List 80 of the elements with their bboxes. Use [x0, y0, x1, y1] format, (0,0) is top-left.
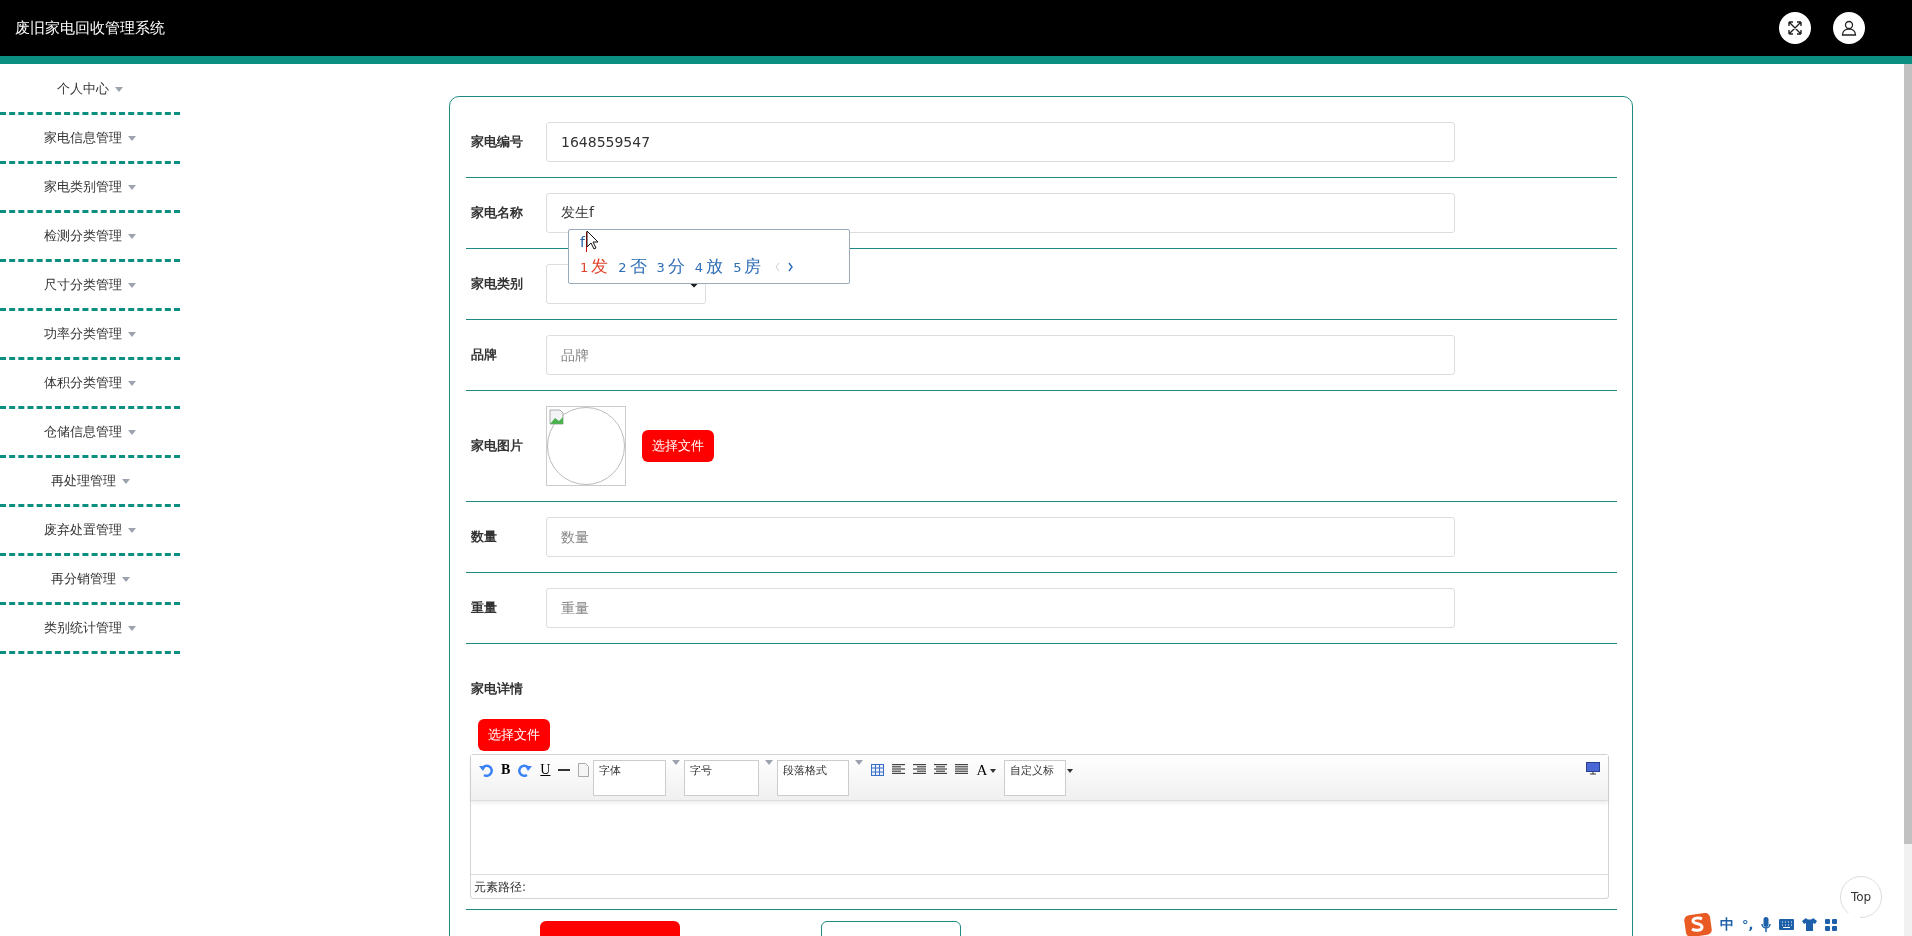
- expand-icon: [1787, 20, 1803, 36]
- back-to-top-button[interactable]: Top: [1840, 876, 1882, 918]
- fullscreen-button[interactable]: [1779, 12, 1811, 44]
- field-label: 家电图片: [470, 437, 524, 456]
- ime-candidate[interactable]: 3 分: [656, 254, 685, 280]
- caret-icon: [115, 86, 123, 92]
- ime-candidate[interactable]: 1 发: [580, 254, 609, 280]
- microphone-icon[interactable]: [1761, 916, 1772, 933]
- sidebar-item[interactable]: 功率分类管理: [0, 311, 180, 360]
- sidebar-item[interactable]: 检测分类管理: [0, 213, 180, 262]
- caret-icon: [121, 478, 130, 484]
- caret-icon: [128, 380, 136, 386]
- horizontal-rule-icon[interactable]: [558, 769, 571, 771]
- paragraph-select[interactable]: 段落格式: [777, 760, 850, 796]
- redo-icon[interactable]: [518, 763, 533, 777]
- caret-icon: [128, 184, 136, 190]
- language-mode[interactable]: 中: [1720, 914, 1734, 935]
- punctuation-mode[interactable]: °,: [1742, 914, 1754, 935]
- sidebar-item[interactable]: 再处理管理: [0, 458, 180, 507]
- caret-icon: [121, 576, 130, 582]
- sidebar-item[interactable]: 类别统计管理: [0, 605, 180, 654]
- element-path-label: 元素路径:: [474, 878, 527, 896]
- field-label: 家电类别: [470, 275, 524, 294]
- align-right-icon[interactable]: [913, 764, 927, 775]
- text-field[interactable]: 重量: [546, 588, 1455, 628]
- field-label: 家电详情: [470, 681, 523, 696]
- broken-image-icon: [549, 409, 565, 425]
- size-select[interactable]: 字号: [684, 760, 760, 796]
- sidebar-item[interactable]: 个人中心: [0, 66, 180, 115]
- user-icon: [1841, 20, 1857, 36]
- text-field[interactable]: 数量: [546, 517, 1455, 557]
- choose-file-button[interactable]: 选择文件: [478, 719, 550, 751]
- field-label: 家电名称: [470, 204, 524, 223]
- sidebar-item[interactable]: 家电类别管理: [0, 164, 180, 213]
- dropdown-caret-icon: [855, 760, 864, 765]
- choose-file-button[interactable]: 选择文件: [642, 430, 714, 462]
- font-color-button[interactable]: A: [976, 760, 988, 780]
- caret-icon: [128, 282, 136, 288]
- bold-button[interactable]: B: [501, 760, 511, 780]
- sidebar-item[interactable]: 废弃处置管理: [0, 507, 180, 556]
- caret-icon: [128, 135, 136, 141]
- text-field[interactable]: 品牌: [546, 335, 1455, 375]
- align-center-icon[interactable]: [934, 764, 948, 775]
- monitor-icon[interactable]: [1586, 762, 1600, 775]
- table-icon[interactable]: [871, 764, 885, 776]
- field-label: 家电编号: [470, 133, 524, 152]
- align-justify-icon[interactable]: [955, 764, 969, 775]
- text-field[interactable]: 发生f: [546, 193, 1455, 233]
- ime-candidate[interactable]: 5 房: [733, 254, 762, 280]
- undo-icon[interactable]: [479, 763, 493, 777]
- sidebar-item[interactable]: 家电信息管理: [0, 115, 180, 164]
- field-label: 重量: [470, 599, 498, 618]
- underline-button[interactable]: U: [540, 760, 551, 780]
- caret-icon: [128, 233, 136, 239]
- text-field[interactable]: 1648559547: [546, 122, 1455, 162]
- align-left-icon[interactable]: [892, 764, 906, 775]
- caret-icon: [128, 527, 136, 533]
- custom-title-select[interactable]: 自定义标: [1004, 760, 1067, 796]
- input-method-logo-icon[interactable]: [1684, 913, 1712, 936]
- ime-candidate[interactable]: 2 否: [618, 254, 647, 280]
- dropdown-caret-icon[interactable]: [990, 769, 997, 773]
- keyboard-icon[interactable]: [1779, 919, 1795, 930]
- caret-icon: [128, 429, 136, 435]
- sidebar-item[interactable]: 尺寸分类管理: [0, 262, 180, 311]
- caret-icon: [128, 625, 136, 631]
- dropdown-caret-icon[interactable]: [1067, 769, 1074, 773]
- dropdown-caret-icon: [672, 760, 681, 765]
- sidebar-item[interactable]: 再分销管理: [0, 556, 180, 605]
- dropdown-caret-icon: [765, 760, 774, 765]
- shirt-icon[interactable]: [1802, 918, 1818, 931]
- grid-icon[interactable]: [1825, 918, 1838, 931]
- app-title: 废旧家电回收管理系统: [15, 17, 165, 39]
- sidebar-item[interactable]: 仓储信息管理: [0, 409, 180, 458]
- user-button[interactable]: [1833, 12, 1865, 44]
- sidebar-item[interactable]: 体积分类管理: [0, 360, 180, 409]
- ime-candidate[interactable]: 4 放: [694, 254, 724, 280]
- caret-icon: [128, 331, 136, 337]
- field-label: 品牌: [470, 346, 498, 365]
- field-label: 数量: [470, 528, 498, 547]
- font-select[interactable]: 字体: [593, 760, 667, 796]
